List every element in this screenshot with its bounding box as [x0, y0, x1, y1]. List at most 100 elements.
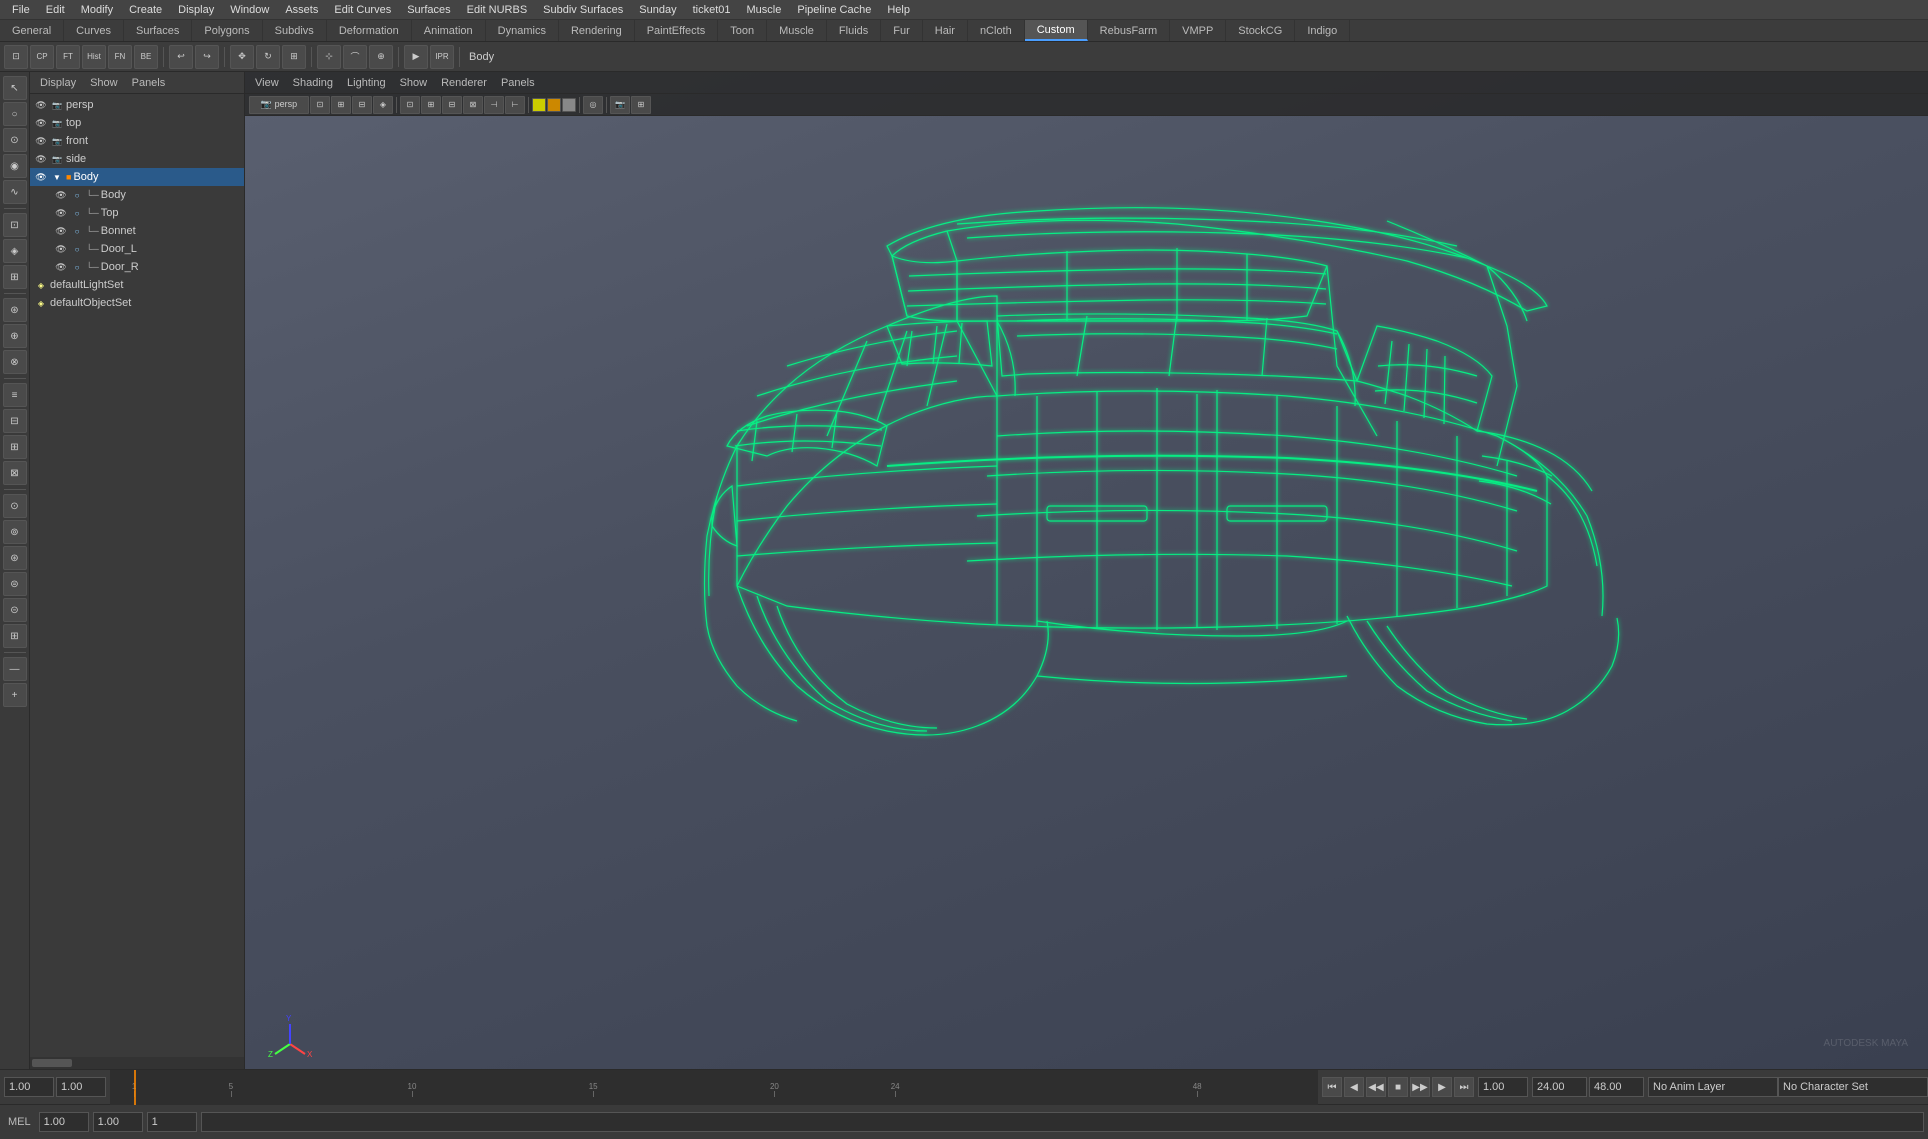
tab-ncloth[interactable]: nCloth	[968, 20, 1025, 41]
tab-toon[interactable]: Toon	[718, 20, 767, 41]
menu-muscle[interactable]: Muscle	[739, 2, 790, 18]
tab-painteffects[interactable]: PaintEffects	[635, 20, 719, 41]
tab-general[interactable]: General	[0, 20, 64, 41]
tool-undo[interactable]: ↩	[169, 45, 193, 69]
vp-color-orange[interactable]	[547, 98, 561, 112]
outliner-item-top-mesh[interactable]: 👁 ○ └─ Top	[30, 204, 244, 222]
tab-rebusfarm[interactable]: RebusFarm	[1088, 20, 1170, 41]
tab-rendering[interactable]: Rendering	[559, 20, 635, 41]
menu-create[interactable]: Create	[121, 2, 170, 18]
outliner-scroll-thumb[interactable]	[32, 1059, 72, 1067]
menu-display[interactable]: Display	[170, 2, 222, 18]
outliner-show-menu[interactable]: Show	[84, 75, 124, 91]
character-set-field[interactable]: No Character Set	[1778, 1077, 1928, 1097]
tool-render[interactable]: ▶	[404, 45, 428, 69]
viewport-shading-menu[interactable]: Shading	[287, 75, 339, 91]
tool-sculpt[interactable]: ◉	[3, 154, 27, 178]
range-start-field[interactable]: 1.00	[4, 1077, 54, 1097]
frame-val3[interactable]: 1	[147, 1112, 197, 1132]
tool-misc5[interactable]: ⊝	[3, 598, 27, 622]
tool-layer1[interactable]: ≡	[3, 383, 27, 407]
tool-scale[interactable]: ⊞	[282, 45, 306, 69]
menu-sunday[interactable]: Sunday	[631, 2, 684, 18]
viewport-show-menu[interactable]: Show	[394, 75, 434, 91]
outliner-item-objectset[interactable]: ◈ defaultObjectSet	[30, 294, 244, 312]
menu-ticket01[interactable]: ticket01	[685, 2, 739, 18]
vp-layout-3[interactable]: ⊟	[442, 96, 462, 114]
vp-grid[interactable]: ⊞	[631, 96, 651, 114]
outliner-item-door-l[interactable]: 👁 ○ └─ Door_L	[30, 240, 244, 258]
tool-component[interactable]: ⊗	[3, 350, 27, 374]
tool-3d-rotate[interactable]: ◈	[3, 239, 27, 263]
menu-subdiv-surfaces[interactable]: Subdiv Surfaces	[535, 2, 631, 18]
vp-display-btn4[interactable]: ◈	[373, 96, 393, 114]
outliner-item-lightset[interactable]: ◈ defaultLightSet	[30, 276, 244, 294]
viewport[interactable]: View Shading Lighting Show Renderer Pane…	[245, 72, 1928, 1069]
tl-play-btn[interactable]: ▶▶	[1410, 1077, 1430, 1097]
range-end-field[interactable]: 1.00	[56, 1077, 106, 1097]
tab-subdivs[interactable]: Subdivs	[263, 20, 327, 41]
tab-animation[interactable]: Animation	[412, 20, 486, 41]
outliner-panels-menu[interactable]: Panels	[126, 75, 172, 91]
tool-select[interactable]: ⊡	[4, 45, 28, 69]
viewport-lighting-menu[interactable]: Lighting	[341, 75, 392, 91]
tool-be[interactable]: BE	[134, 45, 158, 69]
tool-bottom2[interactable]: +	[3, 683, 27, 707]
tab-muscle[interactable]: Muscle	[767, 20, 827, 41]
tool-rotate[interactable]: ↻	[256, 45, 280, 69]
frame-val1[interactable]: 1.00	[39, 1112, 89, 1132]
tool-ft[interactable]: FT	[56, 45, 80, 69]
tab-indigo[interactable]: Indigo	[1295, 20, 1350, 41]
vp-layout-2[interactable]: ⊞	[421, 96, 441, 114]
tool-fn[interactable]: FN	[108, 45, 132, 69]
tl-play-back-btn[interactable]: ◀◀	[1366, 1077, 1386, 1097]
current-time-field[interactable]: 1.00	[1478, 1077, 1528, 1097]
vp-layout-5[interactable]: ⊣	[484, 96, 504, 114]
tool-paint[interactable]: ⊙	[3, 128, 27, 152]
menu-help[interactable]: Help	[879, 2, 918, 18]
tl-end-btn[interactable]: ⏭	[1454, 1077, 1474, 1097]
tool-snap-point[interactable]: ⊕	[369, 45, 393, 69]
outliner-item-door-r[interactable]: 👁 ○ └─ Door_R	[30, 258, 244, 276]
tool-misc4[interactable]: ⊜	[3, 572, 27, 596]
menu-assets[interactable]: Assets	[277, 2, 326, 18]
anim-end2-field[interactable]: 48.00	[1589, 1077, 1644, 1097]
outliner-item-persp[interactable]: 👁 📷 persp	[30, 96, 244, 114]
vp-isolate[interactable]: ◎	[583, 96, 603, 114]
tool-ipr[interactable]: IPR	[430, 45, 454, 69]
tab-hair[interactable]: Hair	[923, 20, 968, 41]
tool-layer3[interactable]: ⊞	[3, 435, 27, 459]
vp-display-btn2[interactable]: ⊞	[331, 96, 351, 114]
tool-layer2[interactable]: ⊟	[3, 409, 27, 433]
tab-curves[interactable]: Curves	[64, 20, 124, 41]
menu-window[interactable]: Window	[222, 2, 277, 18]
tl-stop-btn[interactable]: ■	[1388, 1077, 1408, 1097]
tab-fur[interactable]: Fur	[881, 20, 923, 41]
menu-surfaces[interactable]: Surfaces	[399, 2, 458, 18]
mel-input[interactable]	[201, 1112, 1924, 1132]
tab-custom[interactable]: Custom	[1025, 20, 1088, 41]
viewport-view-menu[interactable]: View	[249, 75, 285, 91]
tool-snap-grid[interactable]: ⊹	[317, 45, 341, 69]
vp-display-btn1[interactable]: ⊡	[310, 96, 330, 114]
vp-color-yellow[interactable]	[532, 98, 546, 112]
vp-camera-selector[interactable]: 📷 persp	[249, 96, 309, 114]
tool-soft[interactable]: ⊛	[3, 298, 27, 322]
menu-file[interactable]: File	[4, 2, 38, 18]
anim-end-field[interactable]: 24.00	[1532, 1077, 1587, 1097]
outliner-item-side[interactable]: 👁 📷 side	[30, 150, 244, 168]
tool-hist[interactable]: Hist	[82, 45, 106, 69]
vp-display-btn3[interactable]: ⊟	[352, 96, 372, 114]
tool-cp[interactable]: CP	[30, 45, 54, 69]
tool-arrow[interactable]: ↖	[3, 76, 27, 100]
frame-val2[interactable]: 1.00	[93, 1112, 143, 1132]
tool-soft2[interactable]: ⊕	[3, 324, 27, 348]
menu-modify[interactable]: Modify	[73, 2, 121, 18]
tool-misc3[interactable]: ⊛	[3, 546, 27, 570]
outliner-item-bonnet[interactable]: 👁 ○ └─ Bonnet	[30, 222, 244, 240]
tool-3d-scale[interactable]: ⊞	[3, 265, 27, 289]
tab-stockcg[interactable]: StockCG	[1226, 20, 1295, 41]
vp-layout-1[interactable]: ⊡	[400, 96, 420, 114]
vp-layout-6[interactable]: ⊢	[505, 96, 525, 114]
tab-polygons[interactable]: Polygons	[192, 20, 262, 41]
